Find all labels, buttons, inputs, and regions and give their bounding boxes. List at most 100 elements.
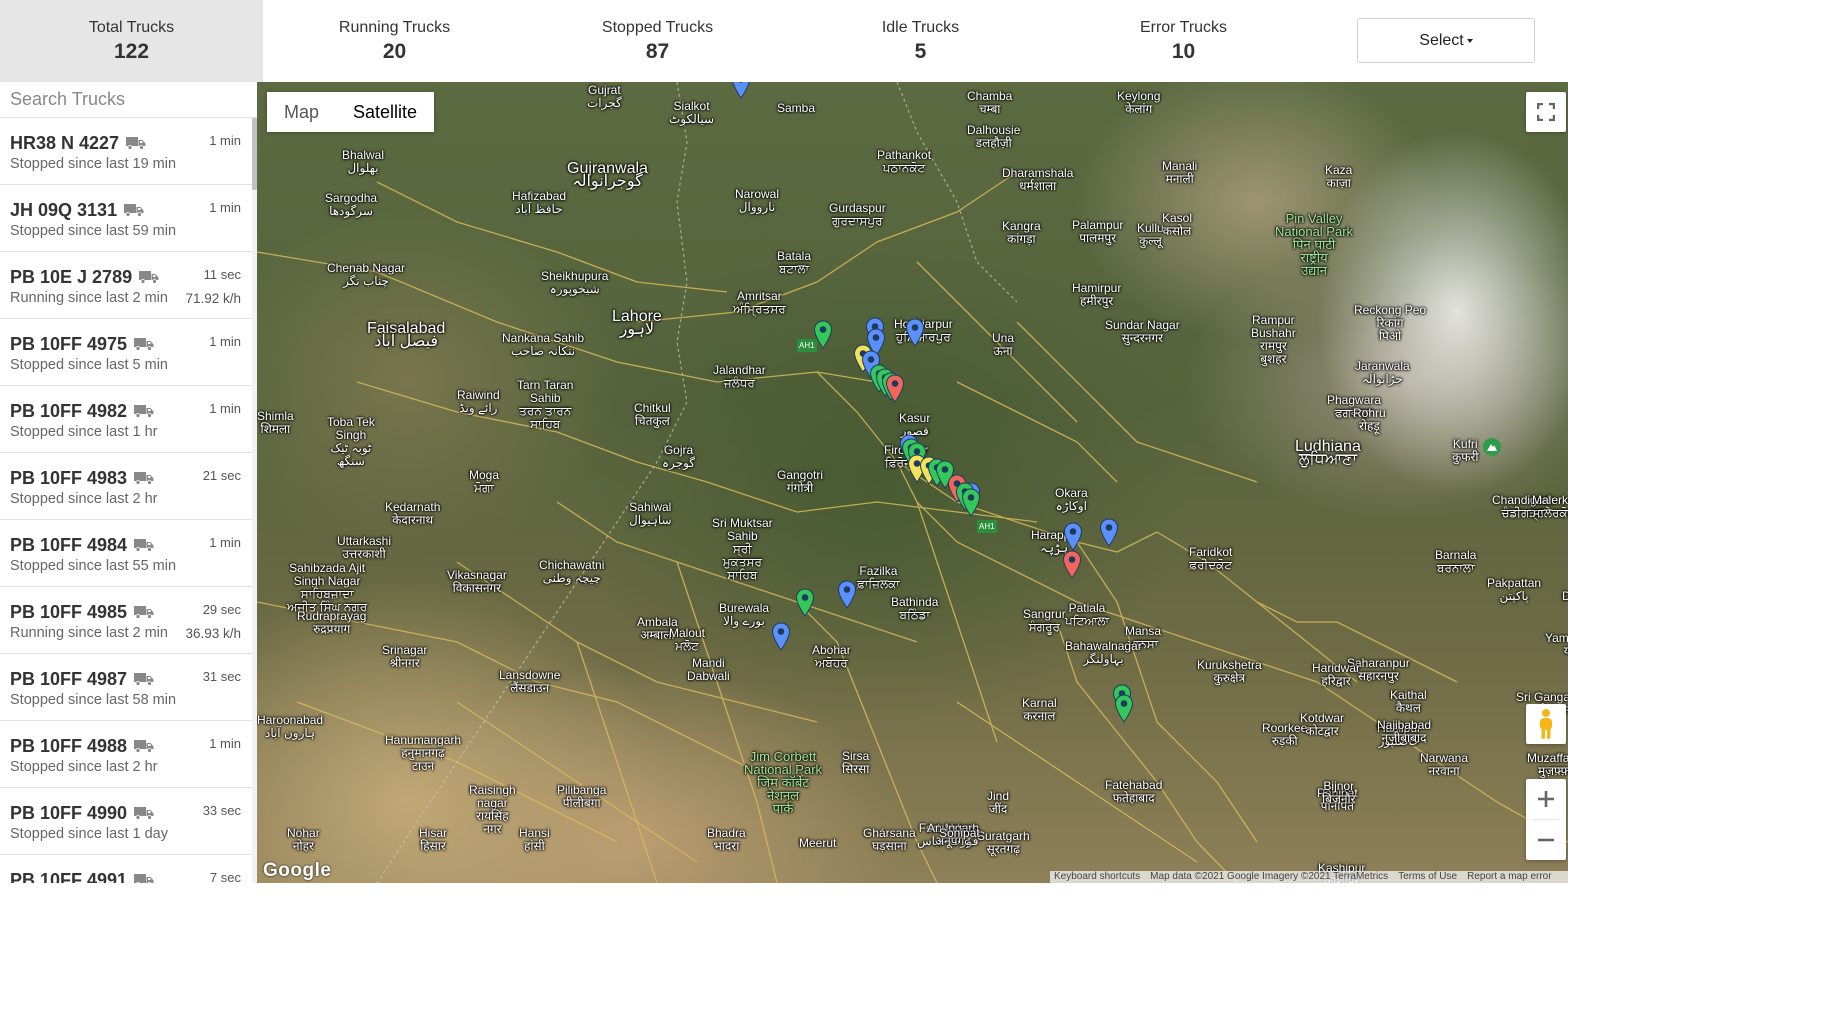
map-place-label: Abohar ਅਬੋਹਰ <box>812 643 851 670</box>
stat-stopped-label: Stopped Trucks <box>601 19 714 36</box>
truck-status: Stopped since last 55 min <box>10 558 177 574</box>
map-place-label: Gangotri गंगोत्री <box>777 468 824 495</box>
satellite-map[interactable]: Gujrat گجرات Sialkot سیالکوٹ Samba Chamba च… <box>257 82 1568 883</box>
truck-list-item[interactable]: PB 10FF 4975 1 min Stopped since last 5 … <box>0 319 252 386</box>
select-dropdown-button[interactable]: Select <box>1357 18 1535 63</box>
truck-list-item[interactable]: PB 10FF 4988 1 min Stopped since last 2 … <box>0 721 252 788</box>
truck-last-update: 1 min <box>209 200 241 215</box>
truck-list-item[interactable]: HR38 N 4227 1 min Stopped since last 19 … <box>0 118 252 185</box>
map-place-label: Reckong Peo रिकांग पिओ <box>1354 303 1427 343</box>
truck-map-marker[interactable] <box>771 622 791 652</box>
map-place-label: Pilibanga पीलीबंगा <box>557 783 607 810</box>
map-place-label: Ghársana घड़साना <box>863 826 916 853</box>
map-place-label: Kedarnath केदारनाथ <box>385 500 441 527</box>
map-place-label: Barnala ਬਰਨਾਲਾ <box>1435 548 1477 575</box>
map-place-label: Vikasnagar विकासनगर <box>447 568 507 595</box>
truck-icon <box>134 873 154 883</box>
map-place-label: Kaithal कैथल <box>1390 688 1427 715</box>
map-place-label: Pathankot ਪਠਾਨਕੋਟ <box>877 148 932 175</box>
truck-last-update: 1 min <box>209 736 241 751</box>
stat-stopped-trucks[interactable]: Stopped Trucks 87 <box>526 0 789 82</box>
report-map-error-link[interactable]: Report a map error <box>1467 871 1551 883</box>
truck-map-marker[interactable] <box>885 374 905 404</box>
zoom-in-button[interactable] <box>1526 779 1566 819</box>
truck-speed: 71.92 k/h <box>185 291 241 306</box>
stat-idle-trucks[interactable]: Idle Trucks 5 <box>789 0 1052 82</box>
map-data-credit: Map data ©2021 Google Imagery ©2021 Terr… <box>1150 871 1389 882</box>
truck-status: Stopped since last 59 min <box>10 223 177 239</box>
map-place-label: Sonipat <box>939 826 980 840</box>
truck-map-marker[interactable] <box>961 488 981 518</box>
map-place-label: Fazilka ਫ਼ਾਜ਼ਿਲਕਾ <box>857 564 900 591</box>
map-place-label: Hafizabad حافظ آباد <box>512 189 567 216</box>
truck-status: Stopped since last 1 hr <box>10 424 158 440</box>
map-place-label: Jind जींद <box>987 789 1010 816</box>
truck-speed: 36.93 k/h <box>185 626 241 641</box>
map-place-label: Amritsar ਅੰਮ੍ਰਿਤਸਰ <box>733 289 786 316</box>
truck-list-item[interactable]: PB 10FF 4991 7 sec <box>0 855 252 883</box>
zoom-out-button[interactable] <box>1526 820 1566 860</box>
truck-list-item[interactable]: PB 10FF 4987 31 sec Stopped since last 5… <box>0 654 252 721</box>
truck-map-marker[interactable] <box>1062 550 1082 580</box>
keyboard-shortcuts-link[interactable]: Keyboard shortcuts <box>1054 871 1140 883</box>
map-type-map-button[interactable]: Map <box>267 92 337 132</box>
truck-plate: PB 10E J 2789 <box>10 267 159 288</box>
truck-status: Stopped since last 2 hr <box>10 759 158 775</box>
street-view-pegman-button[interactable] <box>1526 704 1566 744</box>
truck-icon <box>134 605 154 619</box>
map-place-label: Kufri कुफरी <box>1452 437 1479 464</box>
terms-of-use-link[interactable]: Terms of Use <box>1398 871 1457 883</box>
map-place-label: Gujrat گجرات <box>587 83 622 110</box>
truck-list-item[interactable]: JH 09Q 3131 1 min Stopped since last 59 … <box>0 185 252 252</box>
map-place-label: Sialkot سیالکوٹ <box>669 99 715 126</box>
map-place-label: Una ऊना <box>992 331 1015 358</box>
truck-last-update: 1 min <box>209 535 241 550</box>
map-place-label: Hanumangarh हनुमानगढ़ टाउन <box>385 733 462 773</box>
map-place-label: Sri Muktsar Sahib ਸ੍ਰੀ ਮੁਕਤਸਰ ਸਾਹਿਬ <box>712 516 773 582</box>
map-place-label: Hamirpur हमीरपुर <box>1072 281 1122 308</box>
fullscreen-button[interactable] <box>1526 92 1566 132</box>
truck-map-marker[interactable] <box>813 320 833 350</box>
google-logo: Google <box>263 860 332 881</box>
truck-plate: PB 10FF 4988 <box>10 736 154 757</box>
search-trucks-input[interactable] <box>0 82 257 118</box>
map-place-label: Uttarkashi उत्तरकाशी <box>337 534 392 561</box>
map-place-label: Raisingh nagar रायसिंह नगर <box>469 783 516 836</box>
truck-list-item[interactable]: PB 10FF 4983 21 sec Stopped since last 2… <box>0 453 252 520</box>
truck-list-item[interactable]: PB 10E J 2789 11 sec Running since last … <box>0 252 252 319</box>
truck-map-marker[interactable] <box>1099 518 1119 548</box>
truck-map-marker[interactable] <box>1063 522 1083 552</box>
map-place-label: Manali मनाली <box>1162 159 1198 186</box>
truck-list-item[interactable]: PB 10FF 4984 1 min Stopped since last 55… <box>0 520 252 587</box>
truck-map-marker[interactable] <box>837 580 857 610</box>
truck-map-marker[interactable] <box>905 318 925 348</box>
truck-plate: PB 10FF 4987 <box>10 669 154 690</box>
truck-plate-text: PB 10FF 4985 <box>10 602 128 622</box>
map-place-label: Chamba चम्बा <box>967 89 1013 116</box>
truck-list-item[interactable]: PB 10FF 4985 29 sec Running since last 2… <box>0 587 252 654</box>
truck-map-marker[interactable] <box>731 82 751 100</box>
map-place-label: Meerut <box>799 836 837 850</box>
truck-map-marker[interactable] <box>1114 694 1134 724</box>
map-place-label: Ludhiana ਲੁਧਿਆਣਾ <box>1295 438 1361 468</box>
stat-idle-label: Idle Trucks <box>881 19 960 36</box>
truck-map-marker[interactable] <box>795 588 815 618</box>
map-place-label: Yamuna Nagar यमुनानगर <box>1545 631 1568 658</box>
truck-icon <box>124 203 144 217</box>
select-label: Select <box>1419 31 1464 49</box>
truck-plate: PB 10FF 4985 <box>10 602 154 623</box>
map-place-label: Patiala ਪਟਿਆਲਾ <box>1065 601 1109 628</box>
map-type-satellite-button[interactable]: Satellite <box>336 92 435 132</box>
truck-icon <box>126 136 146 150</box>
truck-status: Stopped since last 58 min <box>10 692 177 708</box>
truck-status: Stopped since last 19 min <box>10 156 177 172</box>
truck-list-item[interactable]: PB 10FF 4990 33 sec Stopped since last 1… <box>0 788 252 855</box>
minus-icon <box>1538 838 1554 842</box>
map-place-label: Keylong केलांग <box>1117 89 1161 116</box>
stat-error-trucks[interactable]: Error Trucks 10 <box>1052 0 1315 82</box>
truck-list-item[interactable]: PB 10FF 4982 1 min Stopped since last 1 … <box>0 386 252 453</box>
stat-total-trucks[interactable]: Total Trucks 122 <box>0 0 263 82</box>
truck-last-update: 1 min <box>209 133 241 148</box>
stat-running-trucks[interactable]: Running Trucks 20 <box>263 0 526 82</box>
truck-icon <box>134 538 154 552</box>
